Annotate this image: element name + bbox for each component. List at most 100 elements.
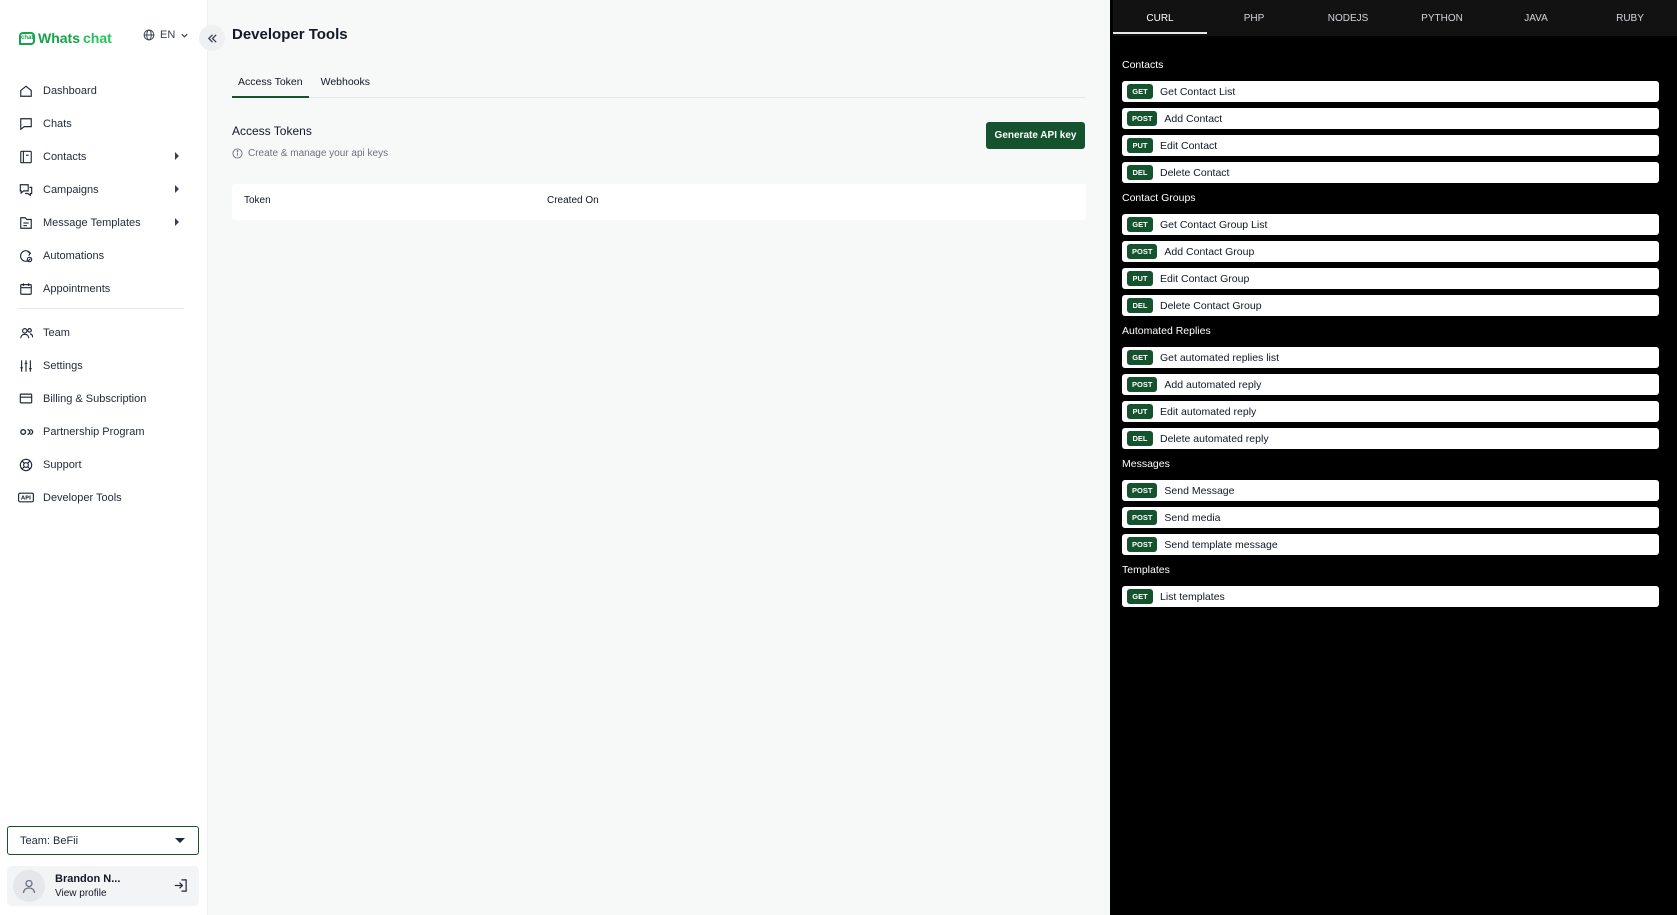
endpoint-item[interactable]: POST Add Contact — [1122, 108, 1659, 129]
sidebar-item-support[interactable]: Support — [0, 448, 208, 481]
method-badge: PUT — [1127, 138, 1153, 153]
sidebar-item-automations[interactable]: Automations — [0, 239, 208, 272]
tab-ruby[interactable]: RUBY — [1583, 0, 1677, 34]
column-header-token: Token — [244, 195, 271, 206]
endpoint-item[interactable]: POST Add automated reply — [1122, 374, 1659, 395]
api-docs-panel: CURL PHP NODEJS PYTHON JAVA RUBY Contact… — [1110, 0, 1677, 915]
sidebar-item-message-templates[interactable]: Message Templates — [0, 206, 208, 239]
endpoint-label: Send template message — [1164, 538, 1278, 551]
group-title-automated-replies: Automated Replies — [1122, 325, 1211, 337]
campaign-chat-icon — [19, 183, 33, 196]
endpoint-item[interactable]: GET List templates — [1122, 586, 1659, 607]
tab-webhooks[interactable]: Webhooks — [315, 72, 376, 98]
language-selector[interactable]: EN — [143, 29, 189, 41]
sidebar-item-label: Chats — [43, 117, 72, 130]
caret-down-icon — [175, 838, 185, 843]
section-subtitle: Create & manage your api keys — [232, 148, 388, 159]
endpoint-label: Edit Contact Group — [1160, 272, 1250, 285]
method-badge: POST — [1127, 537, 1158, 552]
tab-access-token[interactable]: Access Token — [232, 72, 309, 98]
generate-api-key-button[interactable]: Generate API key — [986, 122, 1085, 149]
caret-right-icon — [175, 185, 179, 193]
endpoint-item[interactable]: PUT Edit Contact Group — [1122, 268, 1659, 289]
sidebar-item-team[interactable]: Team — [0, 316, 208, 349]
group-title-templates: Templates — [1122, 564, 1170, 576]
globe-icon — [143, 29, 155, 41]
endpoint-label: Add automated reply — [1164, 378, 1262, 391]
endpoint-item[interactable]: PUT Edit automated reply — [1122, 401, 1659, 422]
tab-bar: Access Token Webhooks — [232, 72, 1086, 98]
method-badge: GET — [1127, 350, 1153, 365]
api-icon: API — [18, 492, 34, 503]
tab-python[interactable]: PYTHON — [1395, 0, 1489, 34]
sidebar-item-appointments[interactable]: Appointments — [0, 272, 208, 305]
page-title: Developer Tools — [232, 26, 348, 43]
sidebar-item-label: Billing & Subscription — [43, 392, 147, 405]
endpoint-label: Get Contact List — [1160, 85, 1236, 98]
group-title-contacts: Contacts — [1122, 59, 1164, 71]
chevron-down-icon — [181, 33, 188, 38]
endpoint-item[interactable]: POST Send Message — [1122, 480, 1659, 501]
sidebar-item-label: Developer Tools — [43, 491, 122, 504]
endpoint-item[interactable]: POST Add Contact Group — [1122, 241, 1659, 262]
logo-text-a: Whats — [38, 30, 80, 46]
endpoint-label: Get Contact Group List — [1160, 218, 1268, 231]
endpoint-item[interactable]: GET Get Contact List — [1122, 81, 1659, 102]
tab-php[interactable]: PHP — [1207, 0, 1301, 34]
sidebar-item-label: Team — [43, 326, 70, 339]
method-badge: GET — [1127, 84, 1153, 99]
endpoint-item[interactable]: DEL Delete automated reply — [1122, 428, 1659, 449]
logo-text-b: chat — [83, 30, 112, 46]
team-select[interactable]: Team: BeFii — [7, 826, 199, 855]
template-doc-icon — [20, 216, 32, 229]
tab-nodejs[interactable]: NODEJS — [1301, 0, 1395, 34]
calendar-icon — [20, 282, 32, 295]
sidebar-item-chats[interactable]: Chats — [0, 107, 208, 140]
logo-chat-icon: chat — [19, 31, 35, 45]
lifebuoy-icon — [19, 458, 33, 471]
profile-card[interactable]: Brandon N... View profile — [7, 866, 199, 906]
sidebar-item-billing[interactable]: Billing & Subscription — [0, 382, 208, 415]
method-badge: DEL — [1127, 298, 1153, 313]
sidebar-item-dashboard[interactable]: Dashboard — [0, 74, 208, 107]
method-badge: POST — [1127, 510, 1158, 525]
view-profile-link[interactable]: View profile — [55, 888, 120, 899]
sidebar-item-partnership[interactable]: Partnership Program — [0, 415, 208, 448]
sidebar: chat Whats chat EN Dashboard Chats Contac… — [0, 0, 225, 915]
endpoint-item[interactable]: POST Send template message — [1122, 534, 1659, 555]
sidebar-item-developer-tools[interactable]: API Developer Tools — [0, 481, 208, 514]
endpoint-label: Delete Contact — [1160, 166, 1230, 179]
group-title-messages: Messages — [1122, 458, 1170, 470]
tab-curl[interactable]: CURL — [1113, 0, 1207, 34]
endpoint-label: List templates — [1160, 590, 1225, 603]
sidebar-item-settings[interactable]: Settings — [0, 349, 208, 382]
endpoint-item[interactable]: GET Get automated replies list — [1122, 347, 1659, 368]
method-badge: DEL — [1127, 165, 1153, 180]
endpoint-label: Edit automated reply — [1160, 405, 1257, 418]
endpoint-label: Delete Contact Group — [1160, 299, 1262, 312]
endpoint-item[interactable]: POST Send media — [1122, 507, 1659, 528]
tab-java[interactable]: JAVA — [1489, 0, 1583, 34]
sidebar-item-contacts[interactable]: Contacts — [0, 140, 208, 173]
sidebar-item-campaigns[interactable]: Campaigns — [0, 173, 208, 206]
language-label: EN — [160, 29, 176, 41]
endpoint-item[interactable]: DEL Delete Contact — [1122, 162, 1659, 183]
method-badge: POST — [1127, 244, 1158, 259]
endpoint-item[interactable]: GET Get Contact Group List — [1122, 214, 1659, 235]
logout-button[interactable] — [173, 878, 188, 898]
method-badge: PUT — [1127, 271, 1153, 286]
endpoint-label: Send Message — [1164, 484, 1235, 497]
logo[interactable]: chat Whats chat — [19, 30, 112, 46]
team-icon — [19, 327, 33, 338]
home-icon — [20, 84, 32, 97]
endpoint-label: Edit Contact — [1160, 139, 1218, 152]
contacts-book-icon — [20, 150, 32, 163]
main-content: Developer Tools Access Token Webhooks Ac… — [208, 0, 1110, 915]
method-badge: GET — [1127, 217, 1153, 232]
endpoint-item[interactable]: PUT Edit Contact — [1122, 135, 1659, 156]
sidebar-nav: Dashboard Chats Contacts Campaigns Messa… — [0, 74, 208, 514]
caret-right-icon — [175, 152, 179, 160]
column-header-created-on: Created On — [547, 195, 599, 206]
sidebar-item-label: Contacts — [43, 150, 87, 163]
endpoint-item[interactable]: DEL Delete Contact Group — [1122, 295, 1659, 316]
